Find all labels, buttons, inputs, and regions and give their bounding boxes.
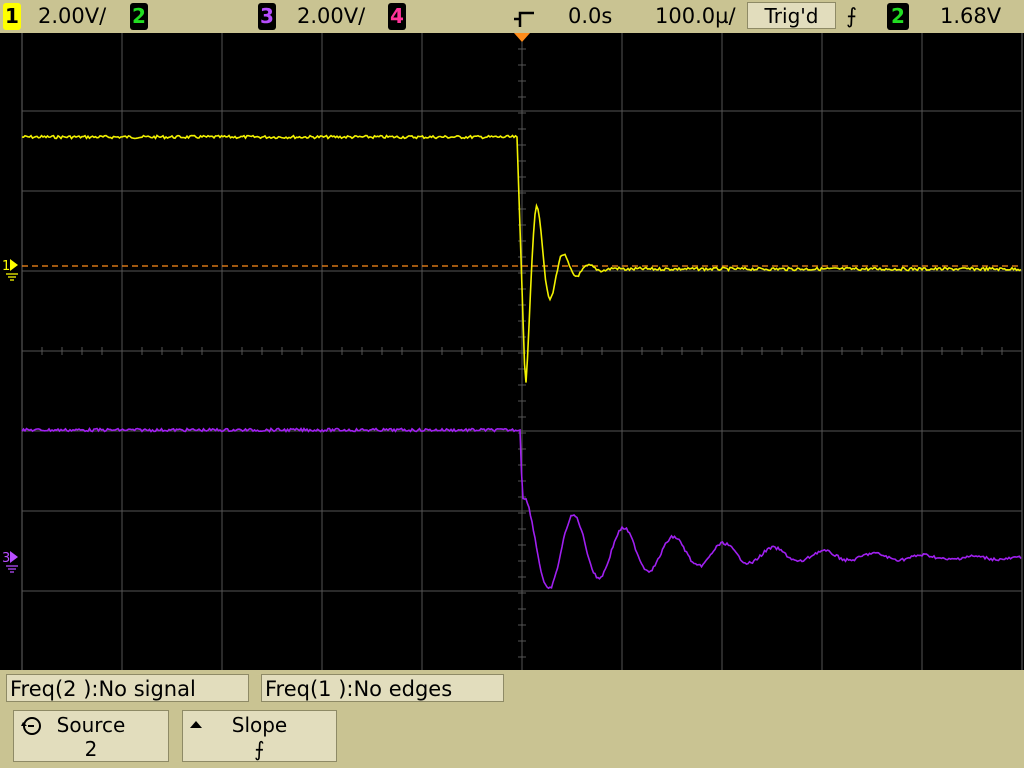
softkey-panel: Freq(2 ):No signal Freq(1 ):No edges Sou…: [0, 670, 1024, 768]
svg-text:1: 1: [2, 259, 10, 274]
channel-2-indicator[interactable]: 2: [130, 3, 148, 30]
trigger-slope-icon: ⨍: [846, 4, 857, 28]
slope-label: Slope: [231, 713, 288, 737]
channel-3-indicator[interactable]: 3: [258, 3, 276, 30]
trigger-source-indicator[interactable]: 2: [887, 3, 909, 30]
trigger-position-icon: [514, 11, 534, 27]
slope-value: ⨍: [254, 737, 265, 761]
svg-text:3: 3: [2, 551, 10, 566]
trigger-status-button[interactable]: Trig'd: [747, 2, 836, 29]
freq-ch2-measurement[interactable]: Freq(2 ):No signal: [6, 674, 249, 702]
channel-3-ground-marker[interactable]: 3: [2, 551, 18, 573]
channel-4-indicator[interactable]: 4: [388, 3, 406, 30]
source-label: Source: [56, 713, 126, 737]
trigger-marker-icon[interactable]: [514, 33, 530, 42]
graticule: [21, 33, 1023, 670]
channel-1-scale: 2.00V/: [38, 4, 107, 28]
time-scale: 100.0µ/: [655, 4, 736, 28]
channel-1-indicator[interactable]: 1: [3, 3, 21, 30]
trigger-level: 1.68V: [940, 4, 1002, 28]
freq-ch1-measurement[interactable]: Freq(1 ):No edges: [261, 674, 504, 702]
slope-softkey[interactable]: Slope ⨍: [182, 710, 337, 762]
source-softkey[interactable]: Source 2: [13, 710, 169, 762]
channel-3-scale: 2.00V/: [297, 4, 366, 28]
channel-1-ground-marker[interactable]: 1: [2, 259, 18, 281]
waveform-display[interactable]: 1 3: [0, 33, 1024, 670]
status-bar: 1 2.00V/ 2 3 2.00V/ 4 0.0s 100.0µ/ Trig'…: [0, 0, 1024, 33]
source-value: 2: [84, 737, 98, 761]
time-offset: 0.0s: [568, 4, 613, 28]
